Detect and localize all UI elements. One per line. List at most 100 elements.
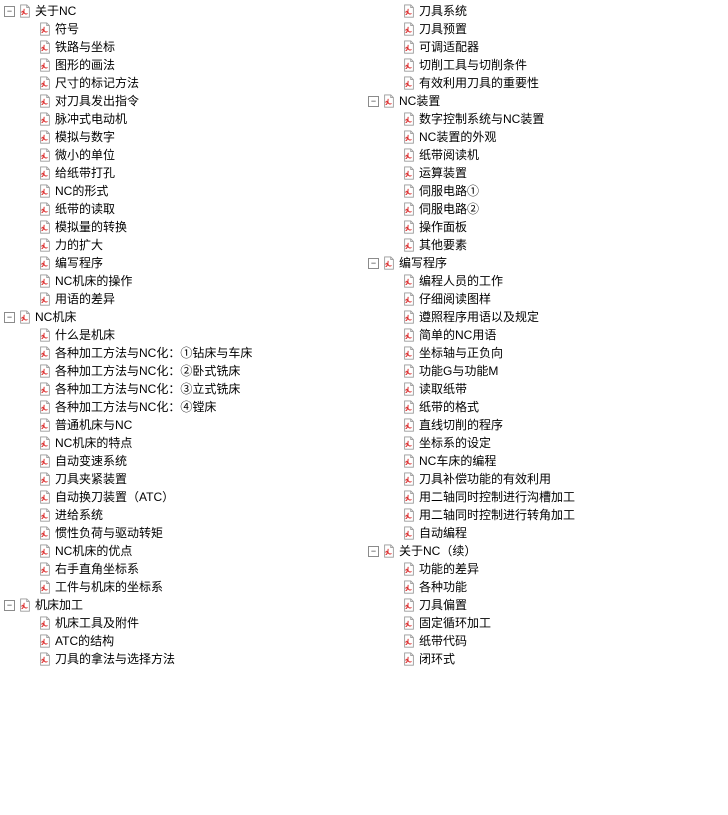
tree-node-label[interactable]: 运算装置 [419, 164, 467, 182]
tree-node-label[interactable]: 各种加工方法与NC化：③立式铣床 [55, 380, 240, 398]
tree-node-label[interactable]: 仔细阅读图样 [419, 290, 491, 308]
tree-node[interactable]: 对刀具发出指令 [0, 92, 364, 110]
tree-node-label[interactable]: 模拟量的转换 [55, 218, 127, 236]
tree-node[interactable]: 刀具夹紧装置 [0, 470, 364, 488]
tree-node[interactable]: 操作面板 [364, 218, 728, 236]
tree-node-label[interactable]: 闭环式 [419, 650, 455, 668]
tree-node-label[interactable]: 读取纸带 [419, 380, 467, 398]
tree-node[interactable]: 给纸带打孔 [0, 164, 364, 182]
tree-node-label[interactable]: 脉冲式电动机 [55, 110, 127, 128]
tree-node-label[interactable]: 什么是机床 [55, 326, 115, 344]
tree-node[interactable]: NC机床的优点 [0, 542, 364, 560]
tree-node-label[interactable]: 刀具补偿功能的有效利用 [419, 470, 551, 488]
tree-node-label[interactable]: 符号 [55, 20, 79, 38]
tree-node[interactable]: 模拟量的转换 [0, 218, 364, 236]
tree-node[interactable]: 编写程序 [0, 254, 364, 272]
tree-node[interactable]: 各种加工方法与NC化：④镗床 [0, 398, 364, 416]
tree-node-label[interactable]: NC机床的优点 [55, 542, 132, 560]
tree-node[interactable]: 坐标系的设定 [364, 434, 728, 452]
tree-node[interactable]: 模拟与数字 [0, 128, 364, 146]
tree-node[interactable]: NC装置的外观 [364, 128, 728, 146]
tree-node[interactable]: 工件与机床的坐标系 [0, 578, 364, 596]
tree-node[interactable]: 图形的画法 [0, 56, 364, 74]
tree-node-label[interactable]: NC装置 [399, 92, 440, 110]
tree-node-label[interactable]: 伺服电路② [419, 200, 479, 218]
tree-node[interactable]: 铁路与坐标 [0, 38, 364, 56]
collapse-toggle[interactable]: − [4, 6, 15, 17]
tree-node[interactable]: 各种加工方法与NC化：①钻床与车床 [0, 344, 364, 362]
tree-node[interactable]: NC机床的特点 [0, 434, 364, 452]
tree-node-label[interactable]: 操作面板 [419, 218, 467, 236]
tree-node[interactable]: 简单的NC用语 [364, 326, 728, 344]
collapse-toggle[interactable]: − [4, 312, 15, 323]
tree-node[interactable]: 用二轴同时控制进行沟槽加工 [364, 488, 728, 506]
tree-node[interactable]: 仔细阅读图样 [364, 290, 728, 308]
tree-node-label[interactable]: 各种加工方法与NC化：②卧式铣床 [55, 362, 240, 380]
tree-node[interactable]: 遵照程序用语以及规定 [364, 308, 728, 326]
tree-node[interactable]: 功能G与功能M [364, 362, 728, 380]
tree-node-label[interactable]: 自动换刀装置（ATC） [55, 488, 174, 506]
tree-node[interactable]: −机床加工 [0, 596, 364, 614]
tree-node[interactable]: 符号 [0, 20, 364, 38]
tree-node-label[interactable]: 纸带代码 [419, 632, 467, 650]
tree-node[interactable]: 纸带的读取 [0, 200, 364, 218]
tree-node[interactable]: 直线切削的程序 [364, 416, 728, 434]
tree-node-label[interactable]: 纸带的读取 [55, 200, 115, 218]
collapse-toggle[interactable]: − [368, 258, 379, 269]
tree-node[interactable]: 各种加工方法与NC化：③立式铣床 [0, 380, 364, 398]
tree-node-label[interactable]: 有效利用刀具的重要性 [419, 74, 539, 92]
tree-node-label[interactable]: NC装置的外观 [419, 128, 496, 146]
tree-node[interactable]: 刀具偏置 [364, 596, 728, 614]
tree-node-label[interactable]: 坐标轴与正负向 [419, 344, 503, 362]
tree-node-label[interactable]: 右手直角坐标系 [55, 560, 139, 578]
tree-node-label[interactable]: 尺寸的标记方法 [55, 74, 139, 92]
tree-node[interactable]: 用二轴同时控制进行转角加工 [364, 506, 728, 524]
collapse-toggle[interactable]: − [368, 96, 379, 107]
tree-node[interactable]: 普通机床与NC [0, 416, 364, 434]
tree-node-label[interactable]: 微小的单位 [55, 146, 115, 164]
tree-node[interactable]: NC车床的编程 [364, 452, 728, 470]
tree-node-label[interactable]: 数字控制系统与NC装置 [419, 110, 544, 128]
tree-node-label[interactable]: 各种功能 [419, 578, 467, 596]
tree-node-label[interactable]: 直线切削的程序 [419, 416, 503, 434]
tree-node-label[interactable]: NC机床的操作 [55, 272, 132, 290]
tree-node-label[interactable]: 铁路与坐标 [55, 38, 115, 56]
tree-node-label[interactable]: 普通机床与NC [55, 416, 132, 434]
tree-node-label[interactable]: 纸带阅读机 [419, 146, 479, 164]
tree-node[interactable]: 刀具补偿功能的有效利用 [364, 470, 728, 488]
tree-node[interactable]: 微小的单位 [0, 146, 364, 164]
tree-node[interactable]: −NC机床 [0, 308, 364, 326]
tree-node-label[interactable]: 图形的画法 [55, 56, 115, 74]
tree-node[interactable]: 脉冲式电动机 [0, 110, 364, 128]
tree-node[interactable]: 什么是机床 [0, 326, 364, 344]
tree-node[interactable]: 切削工具与切削条件 [364, 56, 728, 74]
tree-node-label[interactable]: 关于NC [35, 2, 76, 20]
tree-node-label[interactable]: 工件与机床的坐标系 [55, 578, 163, 596]
tree-node-label[interactable]: 固定循环加工 [419, 614, 491, 632]
tree-node[interactable]: 各种加工方法与NC化：②卧式铣床 [0, 362, 364, 380]
tree-node[interactable]: 刀具预置 [364, 20, 728, 38]
tree-node[interactable]: ATC的结构 [0, 632, 364, 650]
tree-node-label[interactable]: 用二轴同时控制进行沟槽加工 [419, 488, 575, 506]
tree-node-label[interactable]: NC的形式 [55, 182, 108, 200]
tree-node-label[interactable]: 刀具的拿法与选择方法 [55, 650, 175, 668]
collapse-toggle[interactable]: − [368, 546, 379, 557]
collapse-toggle[interactable]: − [4, 600, 15, 611]
tree-node-label[interactable]: 遵照程序用语以及规定 [419, 308, 539, 326]
tree-node-label[interactable]: 自动编程 [419, 524, 467, 542]
tree-node[interactable]: 用语的差异 [0, 290, 364, 308]
tree-node[interactable]: 固定循环加工 [364, 614, 728, 632]
tree-node-label[interactable]: NC车床的编程 [419, 452, 496, 470]
tree-node-label[interactable]: ATC的结构 [55, 632, 114, 650]
tree-node[interactable]: 伺服电路② [364, 200, 728, 218]
tree-node[interactable]: 其他要素 [364, 236, 728, 254]
tree-node[interactable]: − NC装置 [364, 92, 728, 110]
tree-node-label[interactable]: 坐标系的设定 [419, 434, 491, 452]
tree-node[interactable]: 刀具系统 [364, 2, 728, 20]
tree-node[interactable]: 纸带阅读机 [364, 146, 728, 164]
tree-node[interactable]: 尺寸的标记方法 [0, 74, 364, 92]
tree-node-label[interactable]: 编程人员的工作 [419, 272, 503, 290]
tree-node-label[interactable]: 刀具预置 [419, 20, 467, 38]
tree-node-label[interactable]: 其他要素 [419, 236, 467, 254]
tree-node-label[interactable]: 关于NC（续） [399, 542, 476, 560]
